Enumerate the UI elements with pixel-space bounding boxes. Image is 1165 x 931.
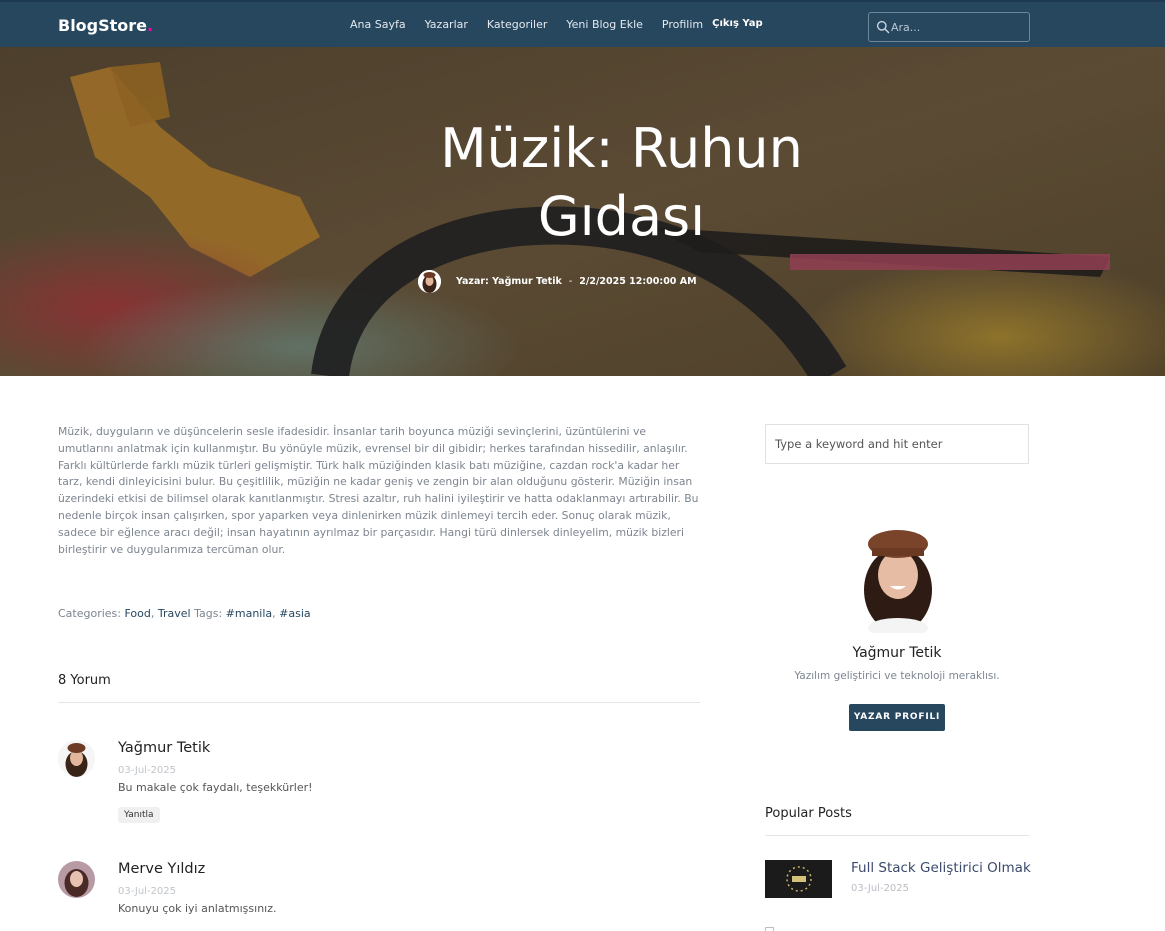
hero-title: Müzik: Ruhun Gıdası — [440, 117, 803, 248]
author-profile-button[interactable]: YAZAR PROFILI — [849, 704, 945, 731]
brand-logo[interactable]: BlogStore. — [58, 16, 153, 35]
post-taxonomy: Categories: Food, Travel Tags: #manila, … — [58, 607, 311, 620]
reply-button[interactable]: Yanıtla — [118, 807, 160, 823]
nav-search — [868, 12, 1030, 42]
author-photo — [854, 520, 942, 633]
popular-post-date: 03-Jul-2025 — [851, 883, 910, 894]
comment-item: Merve Yıldız 03-Jul-2025 Konuyu çok iyi … — [58, 861, 698, 931]
sidebar-search-input[interactable] — [775, 436, 1015, 452]
nav-search-input[interactable] — [891, 18, 1023, 36]
tag-link-asia[interactable]: #asia — [279, 607, 311, 620]
comment-date: 03-Jul-2025 — [118, 886, 177, 897]
comment-author: Yağmur Tetik — [118, 740, 211, 756]
divider — [765, 835, 1029, 836]
category-link-travel[interactable]: Travel — [158, 607, 191, 620]
hero-meta: Yazar: Yağmur Tetik - 2/2/2025 12:00:00 … — [418, 269, 697, 293]
nav-link-profile[interactable]: Profilim — [662, 18, 703, 31]
nav-link-logout[interactable]: Çıkış Yap — [712, 18, 763, 31]
category-link-food[interactable]: Food — [125, 607, 151, 620]
divider — [58, 702, 700, 703]
author-bio: Yazılım geliştirici ve teknoloji meraklı… — [794, 670, 1000, 682]
top-navbar: BlogStore. Ana Sayfa Yazarlar Kategorile… — [0, 0, 1165, 47]
search-icon — [876, 20, 890, 34]
commenter-avatar — [58, 861, 95, 898]
hero-author: Yazar: Yağmur Tetik — [456, 275, 562, 287]
comment-item: Yağmur Tetik 03-Jul-2025 Bu makale çok f… — [58, 740, 698, 830]
comment-text: Konuyu çok iyi anlatmışsınız. — [118, 902, 277, 915]
hero-date: 2/2/2025 12:00:00 AM — [579, 275, 697, 287]
hero-banner: Müzik: Ruhun Gıdası Yazar: Yağmur Tetik … — [0, 47, 1165, 376]
nav-links: Ana Sayfa Yazarlar Kategoriler Yeni Blog… — [350, 18, 782, 31]
popular-post-title[interactable]: Full Stack Geliştirici Olmak — [851, 860, 1031, 876]
nav-link-home[interactable]: Ana Sayfa — [350, 18, 406, 31]
comments-count: 8 Yorum — [58, 673, 111, 688]
sidebar-search — [765, 424, 1029, 464]
comment-text: Bu makale çok faydalı, teşekkürler! — [118, 781, 313, 794]
comment-author: Merve Yıldız — [118, 861, 206, 877]
nav-link-new-blog[interactable]: Yeni Blog Ekle — [566, 18, 643, 31]
comment-date: 03-Jul-2025 — [118, 765, 177, 776]
article-body: Müzik, duyguların ve düşüncelerin sesle … — [58, 425, 699, 556]
commenter-avatar — [58, 740, 95, 777]
hero-separator: - — [568, 275, 573, 287]
popular-post-thumbnail[interactable] — [765, 860, 832, 898]
author-avatar-small — [418, 269, 441, 293]
nav-link-categories[interactable]: Kategoriler — [487, 18, 547, 31]
author-name: Yağmur Tetik — [852, 645, 942, 661]
image-placeholder-icon — [765, 927, 774, 931]
tag-link-manila[interactable]: #manila — [226, 607, 273, 620]
nav-link-authors[interactable]: Yazarlar — [425, 18, 468, 31]
popular-posts-title: Popular Posts — [765, 806, 852, 821]
